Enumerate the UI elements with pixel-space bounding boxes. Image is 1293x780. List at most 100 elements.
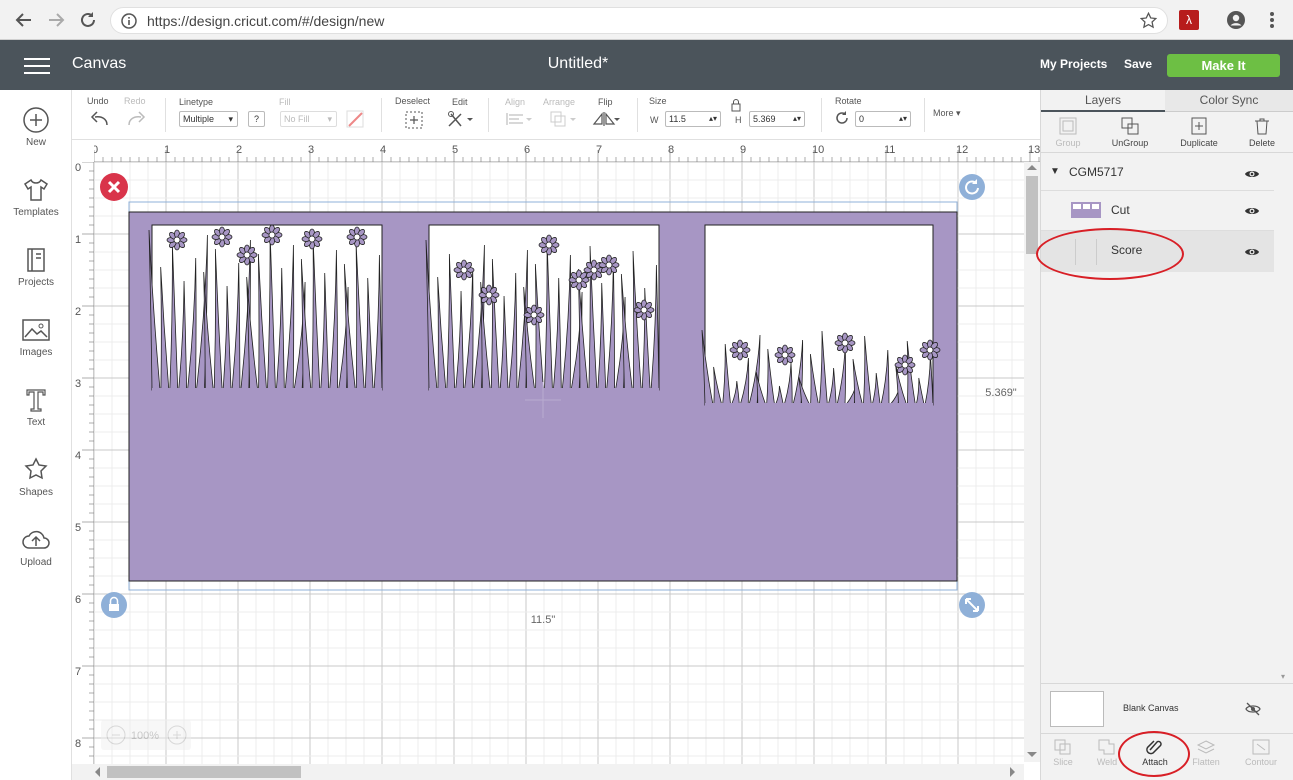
dropdown-arrow-icon: ▾ — [327, 114, 332, 124]
plus-circle-icon — [23, 107, 49, 133]
sidebar-label: Templates — [13, 207, 59, 218]
linetype-label: Linetype — [179, 97, 214, 107]
slice-button[interactable]: Slice — [1041, 738, 1085, 767]
width-input[interactable]: 11.5 ▴▾ — [665, 111, 721, 127]
layer-group-row[interactable]: ▼ CGM5717 — [1041, 156, 1274, 190]
height-value: 5.369 — [753, 114, 776, 124]
shapes-icon — [24, 457, 48, 480]
linetype-value: Multiple — [183, 114, 215, 124]
account-icon[interactable] — [1224, 8, 1248, 32]
rotate-label: Rotate — [835, 96, 862, 106]
dropdown-arrow-icon: ▾ — [956, 108, 961, 118]
weld-label: Weld — [1096, 757, 1118, 767]
linetype-select[interactable]: Multiple ▾ — [179, 111, 238, 127]
edit-toolbar: Undo Redo Linetype Multiple ▾ ? Fill No F… — [72, 90, 1040, 140]
layer-row-cut[interactable]: Cut — [1041, 190, 1274, 230]
flip-icon[interactable] — [592, 110, 622, 128]
fill-value: No Fill — [284, 114, 310, 124]
redo-icon[interactable] — [126, 110, 148, 128]
fill-label: Fill — [279, 97, 291, 107]
spinner-icon[interactable]: ▴▾ — [709, 112, 717, 126]
spinner-icon[interactable]: ▴▾ — [793, 112, 801, 126]
sidebar-item-text[interactable]: Text — [0, 386, 72, 428]
flatten-button[interactable]: Flatten — [1184, 738, 1228, 767]
my-projects-link[interactable]: My Projects — [1040, 57, 1107, 71]
resize-handle[interactable] — [959, 592, 985, 618]
lock-aspect-icon[interactable] — [730, 98, 742, 112]
spinner-icon[interactable]: ▴▾ — [899, 112, 907, 126]
browser-menu-icon[interactable] — [1260, 8, 1284, 32]
flatten-label: Flatten — [1192, 757, 1220, 767]
collapse-arrow-icon[interactable]: ▼ — [1050, 166, 1060, 177]
sidebar-item-upload[interactable]: Upload — [0, 526, 72, 568]
group-button[interactable]: Group — [1038, 116, 1098, 148]
layer-name: Cut — [1111, 203, 1130, 217]
align-icon[interactable] — [505, 111, 533, 127]
sidebar-item-new[interactable]: New — [0, 106, 72, 148]
edit-tools-icon[interactable] — [447, 110, 475, 128]
eye-icon[interactable] — [1244, 205, 1260, 217]
hamburger-menu-icon[interactable] — [24, 58, 50, 76]
blank-canvas-swatch[interactable] — [1050, 691, 1104, 727]
address-bar[interactable]: https://design.cricut.com/#/design/new — [110, 7, 1168, 34]
undo-icon[interactable] — [88, 110, 110, 128]
blank-canvas-label: Blank Canvas — [1123, 703, 1179, 713]
eye-icon[interactable] — [1244, 246, 1260, 258]
sidebar-label: Shapes — [19, 487, 53, 498]
design-canvas[interactable]: 0 1 2 3 4 5 6 7 8 9 10 11 12 13 012345678 11.5" 5.369… — [72, 140, 1040, 780]
ruler-tick-label: 7 — [75, 666, 81, 678]
height-input[interactable]: 5.369 ▴▾ — [749, 111, 805, 127]
make-it-button[interactable]: Make It — [1167, 54, 1280, 77]
sidebar-item-templates[interactable]: Templates — [0, 176, 72, 218]
projects-icon — [27, 248, 45, 272]
width-label: W — [650, 115, 659, 125]
eye-icon[interactable] — [1244, 168, 1260, 180]
ruler-tick-label: 1 — [75, 234, 81, 246]
ruler-tick-label: 2 — [75, 306, 81, 318]
bookmark-star-icon[interactable] — [1139, 11, 1158, 34]
cutout-window-left — [148, 224, 383, 392]
dropdown-arrow-icon: ▾ — [228, 114, 233, 124]
ruler-tick-label: 8 — [75, 738, 81, 750]
zoom-control[interactable]: 100% — [101, 720, 191, 750]
fill-color-swatch-icon[interactable] — [346, 110, 364, 128]
more-menu[interactable]: More ▾ — [933, 108, 961, 119]
linetype-help-button[interactable]: ? — [248, 111, 265, 127]
flip-label: Flip — [598, 97, 613, 107]
save-button[interactable]: Save — [1124, 57, 1152, 71]
undo-label: Undo — [87, 96, 109, 106]
delete-button[interactable]: Delete — [1232, 116, 1292, 148]
duplicate-button[interactable]: Duplicate — [1169, 116, 1229, 148]
delete-handle[interactable] — [100, 173, 128, 201]
layers-panel: Layers Color Sync Group UnGroup Duplicat… — [1036, 90, 1293, 780]
sidebar-item-projects[interactable]: Projects — [0, 246, 72, 288]
deselect-icon[interactable] — [405, 111, 423, 129]
fill-select[interactable]: No Fill ▾ — [280, 111, 337, 127]
ungroup-label: UnGroup — [1111, 138, 1149, 148]
back-arrow-icon[interactable] — [12, 8, 36, 32]
panel-scrollbar[interactable]: ▾ — [1277, 156, 1293, 683]
ungroup-button[interactable]: UnGroup — [1100, 116, 1160, 148]
ruler-tick-label: 9 — [740, 144, 746, 156]
rotate-handle[interactable] — [959, 174, 985, 200]
tshirt-icon — [23, 178, 49, 201]
pdf-extension-icon[interactable]: λ — [1177, 8, 1201, 32]
canvas-horizontal-scrollbar[interactable] — [72, 764, 1024, 780]
url-text: https://design.cricut.com/#/design/new — [147, 13, 385, 29]
width-value: 11.5 — [669, 114, 686, 124]
reload-icon[interactable] — [76, 8, 100, 32]
eye-hidden-icon[interactable] — [1244, 702, 1262, 716]
info-icon[interactable] — [121, 13, 137, 34]
contour-button[interactable]: Contour — [1239, 738, 1283, 767]
rotate-input[interactable]: 0 ▴▾ — [855, 111, 911, 127]
lock-handle[interactable] — [101, 592, 127, 618]
sidebar-item-shapes[interactable]: Shapes — [0, 456, 72, 498]
ruler-tick-label: 6 — [524, 144, 530, 156]
tab-color-sync[interactable]: Color Sync — [1165, 90, 1293, 112]
height-dimension-label: 5.369" — [985, 387, 1017, 399]
ruler-tick-label: 8 — [668, 144, 674, 156]
sidebar-item-images[interactable]: Images — [0, 316, 72, 358]
forward-arrow-icon[interactable] — [44, 8, 68, 32]
arrange-icon[interactable] — [549, 110, 579, 128]
tab-layers[interactable]: Layers — [1041, 90, 1165, 112]
